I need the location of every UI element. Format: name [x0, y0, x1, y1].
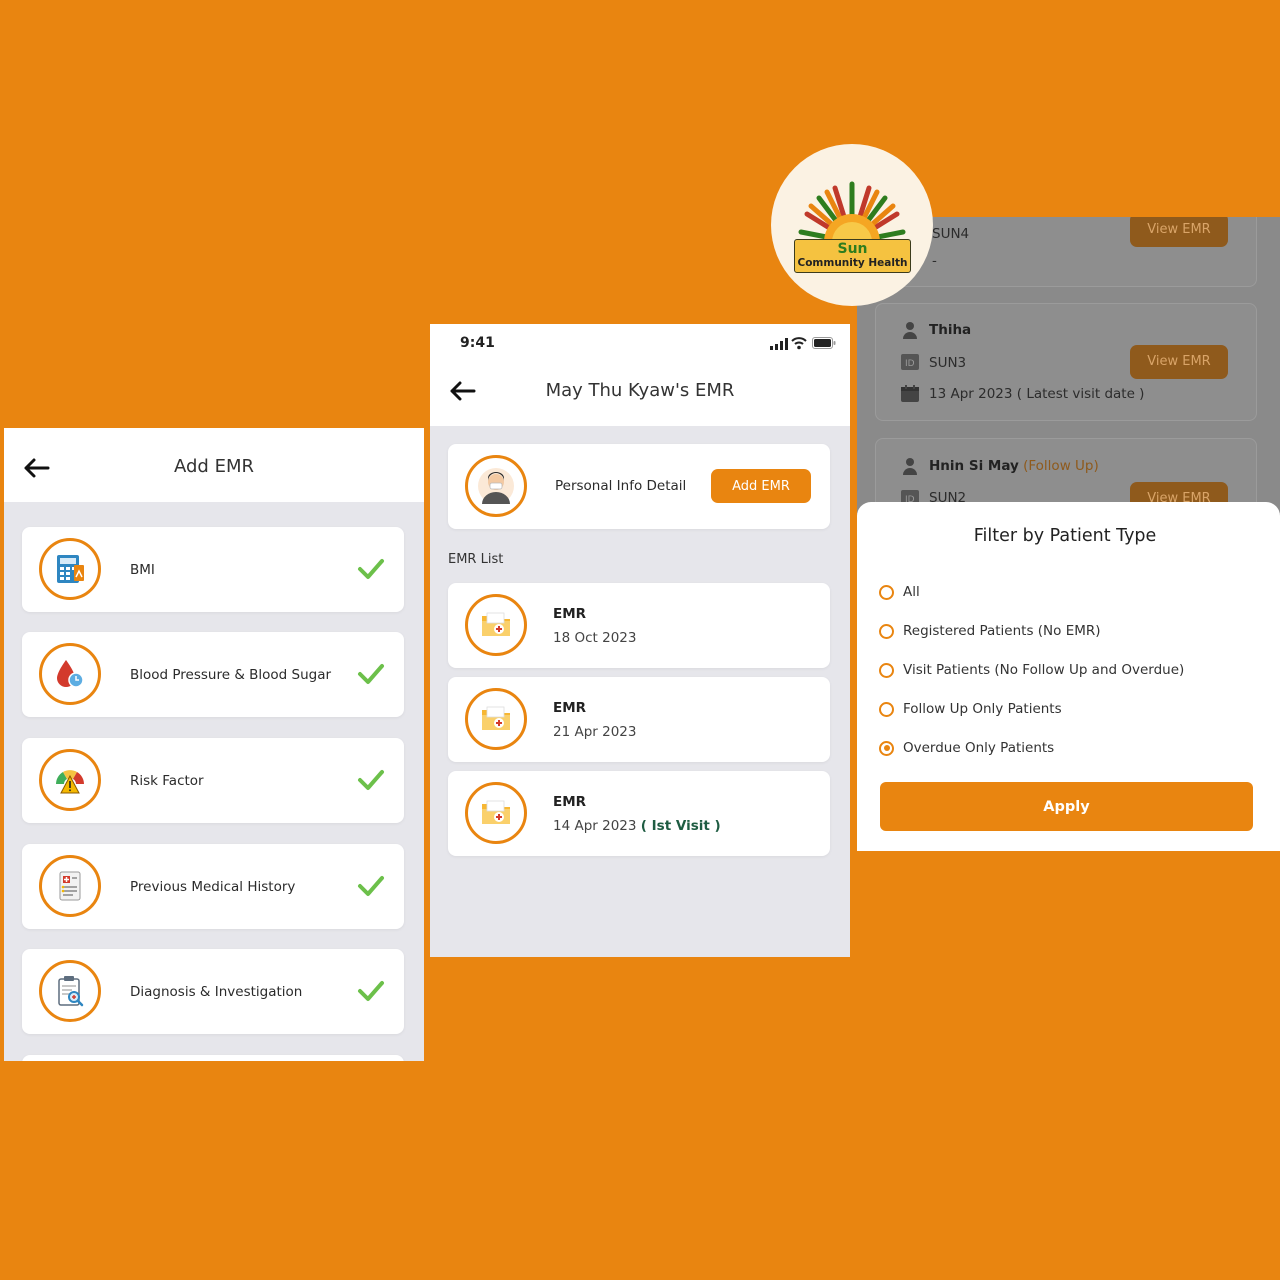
patient-avatar-icon: [465, 455, 527, 517]
view-emr-button[interactable]: View EMR: [1130, 217, 1228, 247]
view-emr-button[interactable]: View EMR: [1130, 345, 1228, 379]
patient-id: SUN4: [932, 226, 970, 242]
medical-record-icon: [39, 855, 101, 917]
filter-option-label: All: [903, 584, 920, 600]
checkmark-icon: [358, 981, 384, 1001]
clipboard-search-icon: [39, 960, 101, 1022]
filter-bottom-sheet: Filter by Patient Type All Registered Pa…: [857, 502, 1280, 851]
radio-button[interactable]: [879, 584, 894, 600]
patient-name: Thiha: [929, 322, 972, 338]
blood-drop-icon: [39, 643, 101, 705]
patient-id: SUN3: [929, 355, 967, 371]
battery-icon: [812, 337, 836, 349]
patient-name-row: Hnin Si May (Follow Up): [929, 458, 1099, 474]
bmi-calculator-icon: [39, 538, 101, 600]
emr-item-risk-factor[interactable]: Risk Factor: [22, 738, 404, 823]
personal-info-label: Personal Info Detail: [555, 478, 687, 494]
patient-emr-screen: 9:41 May Thu Kyaw's EMR Personal Info De…: [430, 324, 850, 957]
checkmark-icon: [358, 876, 384, 896]
checkmark-icon: [358, 770, 384, 790]
emr-record-date: 18 Oct 2023: [553, 630, 637, 646]
filter-option-label: Visit Patients (No Follow Up and Overdue…: [903, 662, 1185, 678]
svg-text:ID: ID: [905, 359, 915, 369]
emr-folder-icon: [465, 594, 527, 656]
sun-community-health-logo: Sun Community Health: [771, 144, 933, 306]
emr-item-label: Risk Factor: [130, 773, 204, 789]
calendar-icon: [901, 385, 919, 402]
risk-gauge-icon: [39, 749, 101, 811]
radio-button-selected[interactable]: [879, 740, 894, 756]
radio-button[interactable]: [879, 623, 894, 639]
emr-item-blood-pressure[interactable]: Blood Pressure & Blood Sugar: [22, 632, 404, 717]
logo-text-box: Sun Community Health: [794, 239, 911, 273]
emr-item-diagnosis[interactable]: Diagnosis & Investigation: [22, 949, 404, 1034]
add-emr-button[interactable]: Add EMR: [711, 469, 811, 503]
filter-option-label: Overdue Only Patients: [903, 740, 1055, 756]
emr-header: 9:41 May Thu Kyaw's EMR: [430, 324, 850, 426]
sun-logo-icon: [798, 181, 906, 245]
id-icon: ID: [901, 354, 919, 370]
emr-record-date: 21 Apr 2023: [553, 724, 637, 740]
emr-folder-icon: [465, 688, 527, 750]
radio-button[interactable]: [879, 662, 894, 678]
emr-record-title: EMR: [553, 794, 587, 810]
page-title: May Thu Kyaw's EMR: [545, 380, 735, 401]
checkmark-icon: [358, 664, 384, 684]
filter-option-label: Follow Up Only Patients: [903, 701, 1062, 717]
emr-item-medical-history[interactable]: Previous Medical History: [22, 844, 404, 929]
filter-title: Filter by Patient Type: [973, 526, 1157, 546]
emr-record-row[interactable]: EMR 14 Apr 2023 ( Ist Visit ): [448, 771, 830, 856]
radio-button[interactable]: [879, 701, 894, 717]
emr-record-title: EMR: [553, 700, 587, 716]
checkmark-icon: [358, 559, 384, 579]
filter-option-follow-up[interactable]: Follow Up Only Patients: [879, 701, 1062, 717]
emr-list-label: EMR List: [448, 552, 504, 567]
emr-record-title: EMR: [553, 606, 587, 622]
latest-visit-date: 13 Apr 2023 ( Latest visit date ): [929, 386, 1145, 402]
add-emr-header: Add EMR: [4, 428, 424, 502]
filter-option-visit[interactable]: Visit Patients (No Follow Up and Overdue…: [879, 662, 1184, 678]
emr-item-bmi[interactable]: BMI: [22, 527, 404, 612]
emr-item-label: Blood Pressure & Blood Sugar: [130, 667, 332, 683]
user-icon: [903, 458, 917, 475]
logo-line2: Community Health: [797, 257, 908, 269]
emr-record-row[interactable]: EMR 21 Apr 2023: [448, 677, 830, 762]
patient-filter-screen: SUN4 - View EMR Thiha ID SUN3 13 Apr 202…: [857, 217, 1280, 851]
emr-item-label: BMI: [130, 562, 155, 578]
emr-item-next[interactable]: [22, 1055, 404, 1061]
user-icon: [903, 322, 917, 339]
add-emr-screen: Add EMR BMI Blood Pressure & Blood Sugar…: [4, 428, 424, 1061]
emr-record-row[interactable]: EMR 18 Oct 2023: [448, 583, 830, 668]
emr-item-label: Diagnosis & Investigation: [130, 984, 303, 1000]
page-title: Add EMR: [174, 456, 254, 477]
signal-icon: [770, 338, 788, 350]
filter-option-overdue[interactable]: Overdue Only Patients: [879, 740, 1054, 756]
first-visit-badge: ( Ist Visit ): [640, 818, 721, 834]
wifi-icon: [791, 337, 807, 350]
filter-option-all[interactable]: All: [879, 584, 920, 600]
logo-line1: Sun: [837, 241, 868, 257]
filter-option-label: Registered Patients (No EMR): [903, 623, 1101, 639]
apply-button[interactable]: Apply: [880, 782, 1253, 831]
patient-card[interactable]: Thiha ID SUN3 13 Apr 2023 ( Latest visit…: [875, 303, 1257, 421]
emr-item-label: Previous Medical History: [130, 879, 296, 895]
status-time: 9:41: [460, 335, 495, 351]
emr-record-date: 14 Apr 2023 ( Ist Visit ): [553, 818, 721, 834]
emr-folder-icon: [465, 782, 527, 844]
patient-extra: -: [932, 253, 937, 269]
personal-info-card[interactable]: Personal Info Detail Add EMR: [448, 444, 830, 529]
filter-option-registered[interactable]: Registered Patients (No EMR): [879, 623, 1101, 639]
